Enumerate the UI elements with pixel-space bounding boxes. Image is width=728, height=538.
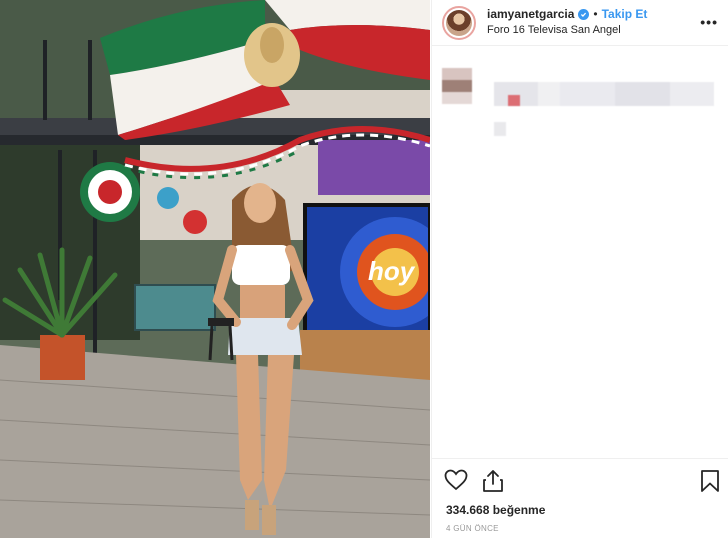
caption-red-blur: [508, 95, 520, 106]
avatar-image: [446, 9, 472, 36]
caption-avatar-blur: [442, 68, 472, 104]
screen-logo-text: hoy: [368, 256, 416, 286]
caption-text-blur: [494, 82, 714, 106]
post-timestamp[interactable]: 4 GÜN ÖNCE: [446, 524, 499, 533]
post-header: iamyanetgarcia • Takip Et Foro 16 Televi…: [432, 0, 728, 46]
post-image: hoy: [0, 0, 430, 538]
header-text: iamyanetgarcia • Takip Et Foro 16 Televi…: [487, 7, 647, 38]
post-side-panel: iamyanetgarcia • Takip Et Foro 16 Televi…: [431, 0, 728, 538]
post-photo[interactable]: hoy: [0, 0, 430, 538]
avatar[interactable]: [442, 5, 476, 40]
share-icon[interactable]: [482, 469, 504, 493]
bookmark-icon[interactable]: [700, 469, 720, 493]
caption-line2-blur: [494, 122, 506, 136]
like-count[interactable]: 334.668 beğenme: [446, 503, 545, 517]
post-actions: 334.668 beğenme 4 GÜN ÖNCE: [432, 458, 728, 538]
follow-button[interactable]: Takip Et: [602, 7, 648, 22]
separator-dot: •: [593, 7, 598, 22]
heart-icon[interactable]: [444, 469, 468, 491]
location-link[interactable]: Foro 16 Televisa San Angel: [487, 24, 647, 38]
more-options-icon[interactable]: •••: [700, 14, 718, 30]
username-link[interactable]: iamyanetgarcia: [487, 7, 574, 22]
caption-area: [432, 56, 728, 456]
verified-badge-icon: [578, 9, 590, 21]
action-icons: [444, 469, 504, 493]
header-row: iamyanetgarcia • Takip Et: [487, 7, 647, 22]
